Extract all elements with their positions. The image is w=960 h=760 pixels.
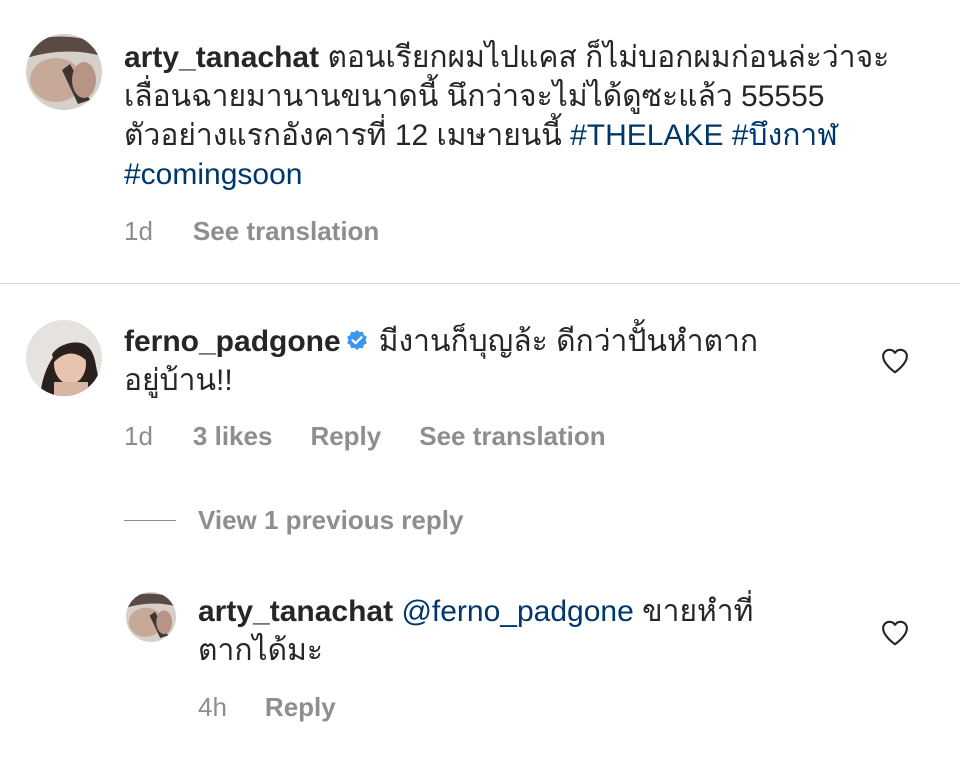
reply-1-like-heart-icon[interactable] <box>880 618 910 648</box>
comment-2-likes-count[interactable]: 3 likes <box>193 421 273 452</box>
comment-2-body: ferno_padgone มีงานก็บุญล้ะ ดีกว่าปั้นหำ… <box>124 322 844 400</box>
comment-2-text-line1: มีงานก็บุญล้ะ ดีกว่าปั้นหำตาก <box>378 325 759 358</box>
hashtag-thelake[interactable]: #THELAKE <box>570 119 723 152</box>
reply-1-username[interactable]: arty_tanachat <box>198 595 393 628</box>
replies-thread-line <box>124 520 176 521</box>
comment-1-username[interactable]: arty_tanachat <box>124 41 319 74</box>
hashtag-comingsoon[interactable]: #comingsoon <box>124 158 302 191</box>
comment-2-text-line2: อยู่บ้าน!! <box>124 364 233 397</box>
comment-1-text-line1: ตอนเรียกผมไปแคส ก็ไม่บอกผมก่อนล่ะว่าจะ <box>327 41 890 74</box>
avatar-arty-tanachat-reply[interactable] <box>126 592 176 642</box>
reply-1-text-line2: ตากได้มะ <box>198 634 323 667</box>
comment-2-username[interactable]: ferno_padgone <box>124 325 341 358</box>
reply-1-meta: 4h Reply <box>198 692 336 723</box>
reply-1-reply-button[interactable]: Reply <box>265 692 336 723</box>
reply-1-mention[interactable]: @ferno_padgone <box>401 595 633 628</box>
comment-1-see-translation-button[interactable]: See translation <box>193 216 379 247</box>
comment-2-meta: 1d 3 likes Reply See translation <box>124 421 606 452</box>
comment-1-time: 1d <box>124 216 153 246</box>
comments-page: arty_tanachat ตอนเรียกผมไปแคส ก็ไม่บอกผม… <box>0 0 960 760</box>
comment-2-see-translation-button[interactable]: See translation <box>419 421 605 452</box>
comment-2-like-heart-icon[interactable] <box>880 346 910 376</box>
comment-1-body: arty_tanachat ตอนเรียกผมไปแคส ก็ไม่บอกผม… <box>124 38 944 194</box>
view-previous-replies-button[interactable]: View 1 previous reply <box>124 505 463 536</box>
view-previous-replies-label: View 1 previous reply <box>198 505 464 535</box>
comment-1-text-line2: เลื่อนฉายมานานขนาดนี้ นึกว่าจะไม่ได้ดูซะ… <box>124 80 825 113</box>
section-divider <box>0 283 960 284</box>
comment-2-reply-button[interactable]: Reply <box>310 421 381 452</box>
reply-1-text-line1: ขายหำที่ <box>633 595 754 628</box>
avatar-arty-tanachat[interactable] <box>26 34 102 110</box>
reply-1-body: arty_tanachat @ferno_padgone ขายหำที่ ตา… <box>198 592 838 670</box>
avatar-ferno-padgone[interactable] <box>26 320 102 396</box>
comment-1-text-line3: ตัวอย่างแรกอังคารที่ 12 เมษายนนี้ <box>124 119 571 152</box>
comment-1-meta: 1d See translation <box>124 216 379 247</box>
hashtag-bueng-kan[interactable]: #บึงกาฬ <box>732 119 838 152</box>
verified-badge-icon <box>346 330 367 350</box>
comment-2-time: 1d <box>124 421 153 451</box>
reply-1-time: 4h <box>198 692 227 722</box>
